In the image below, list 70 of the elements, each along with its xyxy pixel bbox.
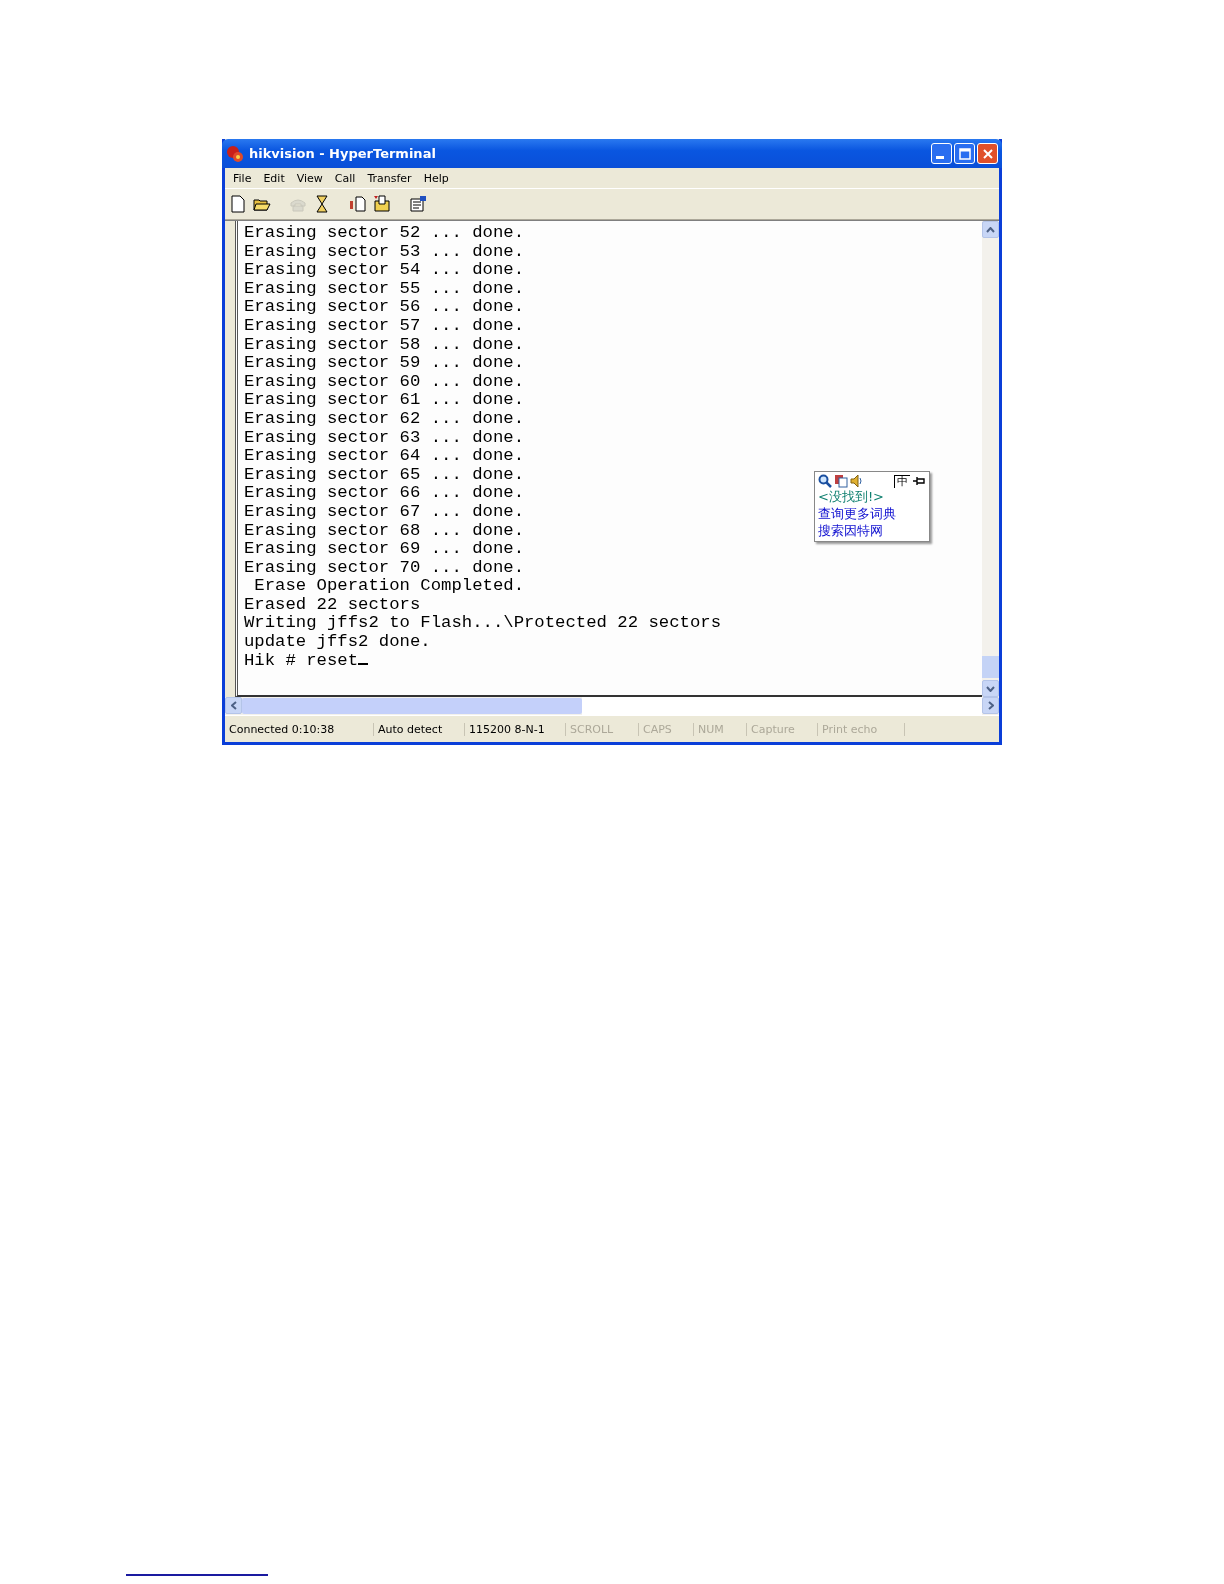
result-text: <没找到!> bbox=[818, 488, 885, 505]
vertical-scrollbar[interactable] bbox=[982, 221, 999, 697]
caret-left-icon bbox=[230, 701, 237, 710]
terminal-line: Erasing sector 53 ... done. bbox=[244, 242, 524, 262]
status-panel: Capture bbox=[747, 722, 818, 736]
terminal-line: Erased 22 sectors bbox=[244, 595, 421, 615]
minimize-button[interactable] bbox=[931, 143, 952, 164]
terminal-line: Erasing sector 54 ... done. bbox=[244, 261, 524, 280]
hourglass-icon[interactable] bbox=[313, 195, 331, 213]
status-panel: 115200 8-N-1 bbox=[465, 722, 566, 736]
terminal-line: Erase Operation Completed. bbox=[253, 577, 524, 596]
terminal-line: Erasing sector 64 ... done. bbox=[244, 447, 524, 466]
terminal-line: update jffs2 done. bbox=[244, 633, 431, 652]
terminal-line: Hik # reset bbox=[244, 651, 369, 671]
status-panel: Print echo bbox=[818, 722, 905, 736]
terminal-line: Erasing sector 65 ... done. bbox=[244, 465, 524, 485]
terminal-line: Erasing sector 70 ... done. bbox=[244, 558, 524, 578]
popup-link[interactable]: 查询更多词典 bbox=[818, 505, 926, 522]
menu-item[interactable]: Edit bbox=[257, 171, 291, 185]
maximize-button[interactable] bbox=[954, 143, 975, 164]
scroll-left-button[interactable] bbox=[225, 697, 242, 714]
status-panel: Connected 0:10:38 bbox=[225, 722, 374, 736]
terminal-line: Erasing sector 58 ... done. bbox=[244, 335, 524, 355]
copy-icon[interactable] bbox=[834, 474, 848, 488]
terminal-line: Erasing sector 63 ... done. bbox=[244, 428, 524, 448]
menu-item[interactable]: File bbox=[227, 171, 258, 185]
menu-item[interactable]: View bbox=[290, 171, 329, 185]
horizontal-scrollbar[interactable] bbox=[225, 697, 999, 715]
terminal-line: Erasing sector 61 ... done. bbox=[244, 391, 524, 410]
caret-up-icon bbox=[986, 226, 995, 233]
caret-right-icon bbox=[987, 701, 994, 710]
scroll-thumb[interactable] bbox=[982, 656, 999, 678]
new-file-icon[interactable] bbox=[229, 195, 247, 213]
minimize-icon bbox=[935, 156, 944, 159]
status-panel: Auto detect bbox=[374, 722, 465, 736]
terminal-line: Erasing sector 69 ... done. bbox=[244, 540, 524, 559]
close-icon bbox=[981, 147, 994, 160]
window-title: hikvision - HyperTerminal bbox=[249, 146, 436, 161]
terminal-line: Writing jffs2 to Flash...\Protected 22 sectors bbox=[244, 614, 722, 634]
speaker-icon[interactable] bbox=[850, 474, 864, 488]
status-panel: NUM bbox=[694, 722, 747, 736]
menu-item[interactable]: Help bbox=[417, 171, 455, 185]
maximize-icon bbox=[958, 147, 971, 160]
terminal-line: Erasing sector 59 ... done. bbox=[244, 354, 524, 373]
mode-toggle[interactable]: 中 bbox=[894, 474, 910, 488]
terminal-line: Erasing sector 55 ... done. bbox=[244, 279, 524, 299]
pin-icon[interactable] bbox=[912, 475, 926, 487]
terminal-line: Erasing sector 62 ... done. bbox=[244, 409, 524, 429]
terminal-line: Erasing sector 60 ... done. bbox=[244, 372, 524, 392]
terminal-line: Erasing sector 57 ... done. bbox=[244, 316, 524, 336]
scroll-down-button[interactable] bbox=[982, 680, 999, 697]
terminal-line: Erasing sector 67 ... done. bbox=[244, 502, 524, 522]
scroll-right-button[interactable] bbox=[982, 697, 999, 714]
menu-item[interactable]: Call bbox=[328, 171, 362, 185]
popup-link[interactable]: 搜索因特网 bbox=[818, 522, 926, 539]
menu-item[interactable]: Transfer bbox=[361, 171, 418, 185]
caret-down-icon bbox=[986, 685, 995, 692]
document-icon[interactable] bbox=[349, 195, 367, 213]
terminal-line: Erasing sector 66 ... done. bbox=[244, 484, 524, 503]
scroll-thumb[interactable] bbox=[242, 698, 582, 714]
scroll-up-button[interactable] bbox=[982, 221, 999, 238]
folder-icon[interactable] bbox=[373, 195, 391, 213]
status-panel: CAPS bbox=[639, 722, 694, 736]
properties-icon[interactable] bbox=[409, 195, 427, 213]
search-icon[interactable] bbox=[818, 474, 832, 488]
terminal-line: Erasing sector 56 ... done. bbox=[244, 298, 524, 317]
terminal-line: Erasing sector 52 ... done. bbox=[244, 224, 524, 243]
close-button[interactable] bbox=[977, 143, 998, 164]
terminal-line: Erasing sector 68 ... done. bbox=[244, 521, 524, 541]
status-panel: SCROLL bbox=[566, 722, 639, 736]
